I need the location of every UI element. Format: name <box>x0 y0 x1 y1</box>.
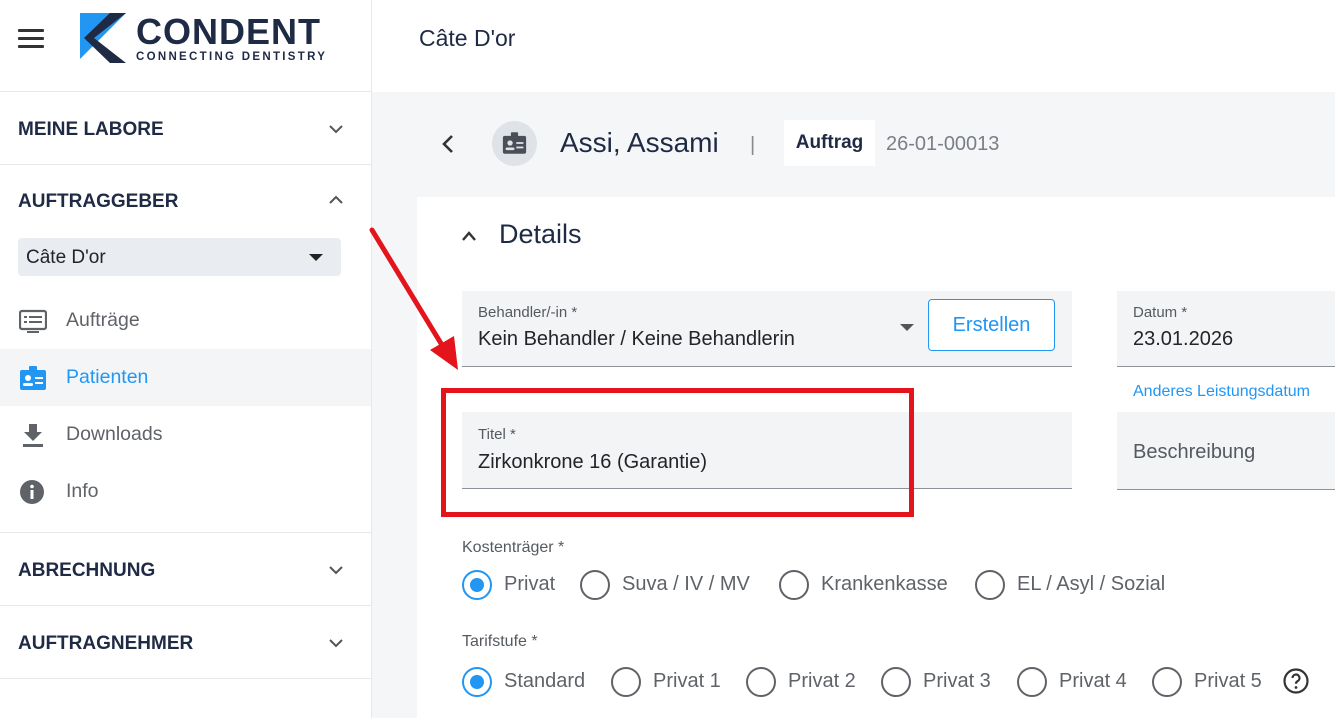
section-title: AUFTRAGGEBER <box>18 191 179 212</box>
details-heading: Details <box>499 219 582 249</box>
radio-circle <box>881 667 911 697</box>
titel-field[interactable]: Titel * Zirkonkrone 16 (Garantie) <box>462 412 1072 489</box>
sidebar-item-auftraege[interactable]: Aufträge <box>0 292 371 349</box>
radio-label: Privat 5 <box>1194 670 1262 692</box>
field-label: Titel * <box>478 426 516 443</box>
patient-header: Assi, Assami | Auftrag 26-01-00013 <box>372 92 1335 196</box>
top-bar: Câte D'or <box>372 0 1335 92</box>
radio-label: Privat 4 <box>1059 670 1127 692</box>
field-value: Zirkonkrone 16 (Garantie) <box>478 451 707 473</box>
radio-label: Privat 1 <box>653 670 721 692</box>
chevron-up-icon <box>462 231 476 241</box>
chevron-down-icon <box>329 566 343 575</box>
download-icon <box>23 424 43 447</box>
datum-field[interactable]: Datum * 23.01.2026 <box>1117 291 1335 367</box>
other-date-link[interactable]: Anderes Leistungsdatum <box>1133 383 1310 401</box>
sidebar-item-info[interactable]: Info <box>0 463 371 520</box>
section-meine-labore[interactable]: MEINE LABORE <box>0 92 371 165</box>
radio-label: Privat 3 <box>923 670 991 692</box>
radio-circle <box>462 570 492 600</box>
field-label: Datum * <box>1133 304 1188 321</box>
create-behandler-button[interactable]: Erstellen <box>928 299 1055 351</box>
field-value: 23.01.2026 <box>1133 328 1234 350</box>
chevron-up-icon <box>329 195 343 204</box>
section-title: MEINE LABORE <box>18 119 164 140</box>
sidebar: CONDENT CONNECTING DENTISTRY MEINE LABOR… <box>0 0 372 718</box>
client-select[interactable]: Câte D'or <box>18 238 341 276</box>
radio-circle <box>1017 667 1047 697</box>
order-number: 26-01-00013 <box>886 133 1000 155</box>
patient-badge-icon <box>502 132 527 154</box>
hamburger-menu-icon[interactable] <box>18 29 44 49</box>
details-card: Details Behandler/-in * Kein Behandler /… <box>417 197 1335 718</box>
brand-name: CONDENT <box>136 11 321 52</box>
back-arrow-icon[interactable] <box>440 133 456 155</box>
tarifstufe-label: Tarifstufe * <box>462 633 538 650</box>
patient-badge-icon <box>20 366 46 390</box>
radio-circle <box>975 570 1005 600</box>
main-content: Assi, Assami | Auftrag 26-01-00013 Detai… <box>372 92 1335 718</box>
sidebar-item-label: Patienten <box>66 366 149 388</box>
field-placeholder: Beschreibung <box>1133 441 1256 463</box>
radio-circle <box>779 570 809 600</box>
dropdown-triangle-icon <box>900 324 914 331</box>
info-icon <box>20 480 44 504</box>
radio-circle <box>1152 667 1182 697</box>
header-separator: | <box>750 134 756 156</box>
brand-tagline: CONNECTING DENTISTRY <box>136 51 328 63</box>
condent-logo[interactable]: CONDENT CONNECTING DENTISTRY <box>80 11 330 65</box>
kostentraeger-label: Kostenträger * <box>462 539 565 556</box>
radio-label: Krankenkasse <box>821 573 948 595</box>
radio-circle <box>580 570 610 600</box>
sidebar-item-label: Aufträge <box>66 309 140 331</box>
page-title: Câte D'or <box>419 25 516 51</box>
patient-name: Assi, Assami <box>560 127 719 158</box>
help-icon[interactable] <box>1283 668 1309 694</box>
sidebar-item-label: Info <box>66 480 99 502</box>
chevron-down-icon <box>329 125 343 134</box>
radio-circle <box>462 667 492 697</box>
field-value: Kein Behandler / Keine Behandlerin <box>478 328 795 350</box>
radio-circle <box>611 667 641 697</box>
section-auftragnehmer[interactable]: AUFTRAGNEHMER <box>0 606 371 679</box>
client-select-value: Câte D'or <box>26 247 106 268</box>
radio-label: Privat 2 <box>788 670 856 692</box>
sidebar-item-label: Downloads <box>66 423 163 445</box>
radio-label: Standard <box>504 670 586 692</box>
chevron-down-icon <box>329 639 343 648</box>
section-auftraggeber-header[interactable]: AUFTRAGGEBER <box>0 165 371 238</box>
beschreibung-field[interactable]: Beschreibung <box>1117 412 1335 490</box>
radio-circle <box>746 667 776 697</box>
sidebar-item-patienten[interactable]: Patienten <box>0 349 371 406</box>
section-abrechnung[interactable]: ABRECHNUNG <box>0 533 371 606</box>
section-auftraggeber: AUFTRAGGEBER Câte D'or Aufträge Patiente… <box>0 165 371 533</box>
brand-header: CONDENT CONNECTING DENTISTRY <box>0 0 371 92</box>
radio-label: EL / Asyl / Sozial <box>1017 573 1166 595</box>
behandler-select[interactable]: Behandler/-in * Kein Behandler / Keine B… <box>462 291 1072 367</box>
section-title: AUFTRAGNEHMER <box>18 633 194 654</box>
section-title: ABRECHNUNG <box>18 560 156 581</box>
dropdown-triangle-icon <box>309 254 323 261</box>
condent-logo-mark-icon <box>80 13 126 63</box>
order-type-badge: Auftrag <box>784 120 875 166</box>
radio-label: Suva / IV / MV <box>622 573 750 595</box>
radio-label: Privat <box>504 573 556 595</box>
field-label: Behandler/-in * <box>478 304 578 321</box>
sidebar-item-downloads[interactable]: Downloads <box>0 406 371 463</box>
patient-avatar <box>492 121 537 166</box>
list-icon <box>19 309 47 333</box>
